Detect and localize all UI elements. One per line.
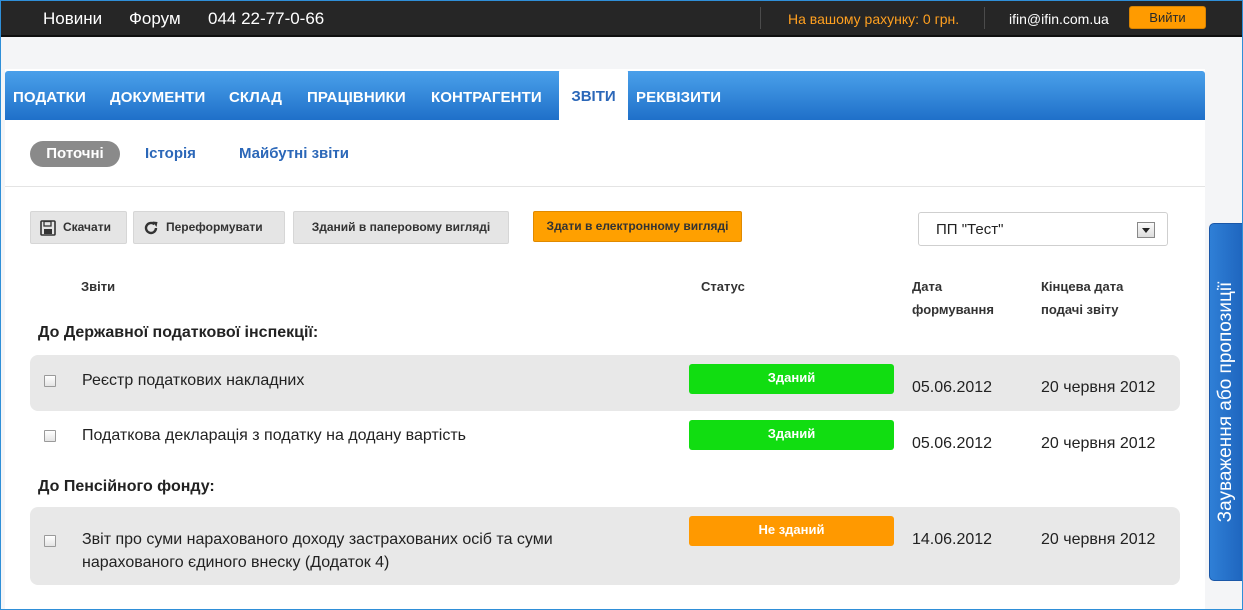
report-date: 05.06.2012 [912,379,993,396]
report-date: 14.06.2012 [912,531,993,548]
submit-electronic-button[interactable]: Здати в електронному вигляді [533,211,742,242]
reformat-label: Переформувати [166,220,263,234]
report-name[interactable]: Реєстр податкових накладних [82,369,304,392]
account-balance[interactable]: На вашому рахунку: 0 грн. [788,11,959,27]
report-deadline: 20 червня 2012 [1041,531,1156,548]
report-name[interactable]: Податкова декларація з податку на додану… [82,424,466,447]
report-deadline: 20 червня 2012 [1041,379,1156,396]
col-header-date-line2: формування [912,302,994,317]
table-row: Звіт про суми нарахованого доходу застра… [30,507,1180,585]
status-badge: Не зданий [689,516,894,546]
table-row: Податкова декларація з податку на додану… [30,410,1180,466]
group-title-tax: До Державної податкової інспекції: [38,324,319,341]
nav-item-counterparties[interactable]: КОНТРАГЕНТИ [431,89,542,106]
report-name-line1: Звіт про суми нарахованого доходу застра… [82,531,553,548]
tab-history[interactable]: Історія [145,145,196,162]
tab-current[interactable]: Поточні [30,141,120,167]
row-checkbox[interactable] [44,375,56,387]
table-row: Реєстр податкових накладних Зданий 05.06… [30,355,1180,411]
nav-item-employees[interactable]: ПРАЦІВНИКИ [307,89,406,106]
feedback-tab[interactable]: Зауваження або пропозиції [1209,223,1243,581]
col-header-deadline-line2: подачі звіту [1041,302,1119,317]
nav-item-requisites[interactable]: РЕКВІЗИТИ [636,89,721,106]
reformat-button[interactable]: Переформувати [133,211,285,244]
report-date: 05.06.2012 [912,435,993,452]
nav-item-documents[interactable]: ДОКУМЕНТИ [110,89,205,106]
company-select[interactable]: ПП "Тест" [918,212,1168,246]
row-checkbox[interactable] [44,430,56,442]
status-badge: Зданий [689,420,894,450]
col-header-date: Дата формування [912,275,994,321]
main-nav: ПОДАТКИ ДОКУМЕНТИ СКЛАД ПРАЦІВНИКИ КОНТР… [5,69,1205,122]
top-bar: Новини Форум 044 22-77-0-66 На вашому ра… [1,1,1242,37]
submitted-paper-button[interactable]: Зданий в паперовому вигляді [293,211,509,244]
col-header-deadline-line1: Кінцева дата [1041,279,1124,294]
col-header-date-line1: Дата [912,279,943,294]
forum-link[interactable]: Форум [129,9,181,29]
col-header-status: Статус [701,279,745,294]
group-title-pension: До Пенсійного фонду: [38,478,215,495]
report-deadline: 20 червня 2012 [1041,435,1156,452]
save-icon [40,220,56,236]
company-select-value: ПП "Тест" [936,221,1004,238]
phone-number: 044 22-77-0-66 [208,9,325,28]
logout-button[interactable]: Вийти [1129,6,1206,29]
chevron-down-icon[interactable] [1137,222,1155,238]
tab-future-reports[interactable]: Майбутні звіти [239,145,349,162]
user-email: ifin@ifin.com.ua [1009,11,1109,27]
report-name[interactable]: Звіт про суми нарахованого доходу застра… [82,528,553,574]
nav-item-reports[interactable]: ЗВІТИ [559,69,628,122]
main-panel: ПОДАТКИ ДОКУМЕНТИ СКЛАД ПРАЦІВНИКИ КОНТР… [5,69,1205,610]
col-header-reports: Звіти [81,279,116,294]
divider [760,7,761,29]
download-label: Скачати [63,220,111,234]
nav-item-warehouse[interactable]: СКЛАД [229,89,282,106]
report-name-line2: нарахованого єдиного внеску (Додаток 4) [82,554,390,571]
divider [984,7,985,29]
col-header-deadline: Кінцева дата подачі звіту [1041,275,1123,321]
status-badge: Зданий [689,364,894,394]
nav-item-taxes[interactable]: ПОДАТКИ [13,89,86,106]
subtabs: Поточні Історія Майбутні звіти [5,120,1205,187]
download-button[interactable]: Скачати [30,211,127,244]
feedback-tab-label: Зауваження або пропозиції [1215,281,1236,523]
news-link[interactable]: Новини [43,9,102,29]
row-checkbox[interactable] [44,535,56,547]
refresh-icon [144,221,158,235]
